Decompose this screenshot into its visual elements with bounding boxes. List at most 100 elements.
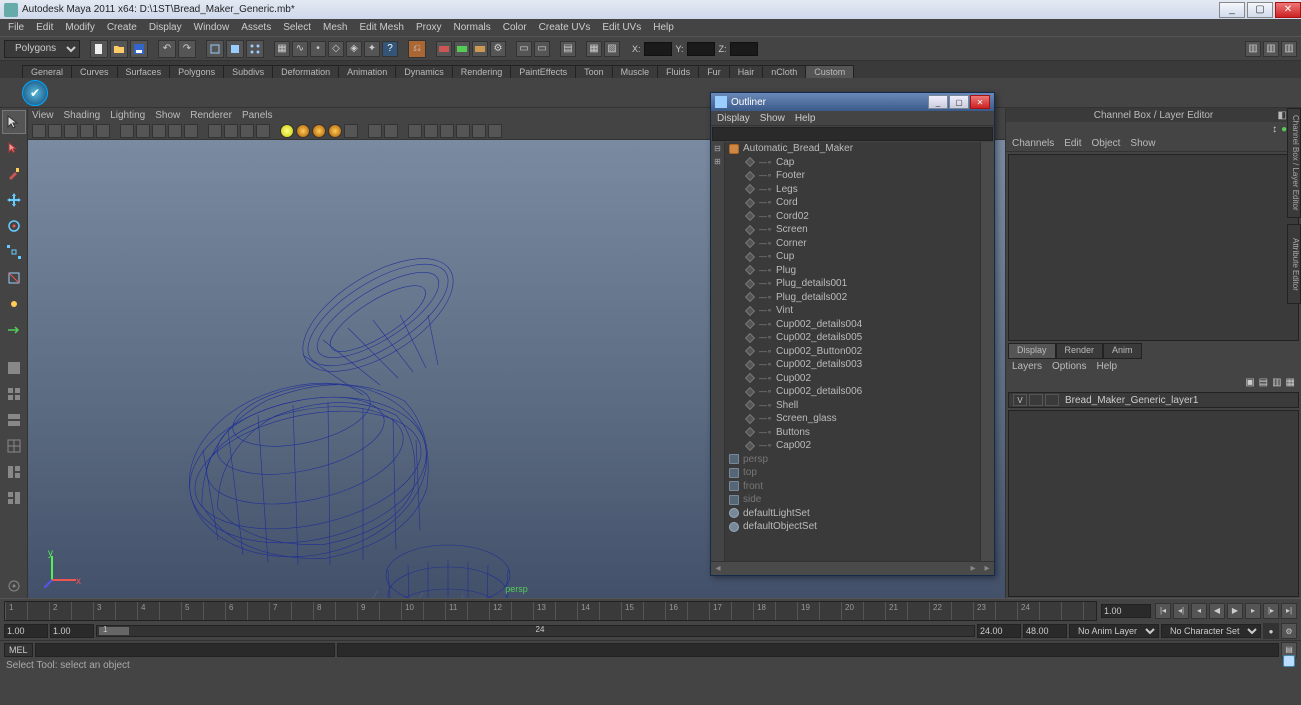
outliner-item-defaultobjectset[interactable]: defaultObjectSet: [725, 520, 980, 534]
range-slider[interactable]: 1 24: [96, 625, 975, 637]
vp-toolbar-e[interactable]: [440, 124, 454, 138]
go-end-button[interactable]: ▸|: [1281, 603, 1297, 619]
outliner-item-side[interactable]: side: [725, 493, 980, 507]
soft-mod-tool[interactable]: [2, 292, 26, 316]
range-end-inner[interactable]: [977, 624, 1021, 638]
outliner-item-screen_glass[interactable]: —∘Screen_glass: [725, 412, 980, 426]
shelf-tab-fur[interactable]: Fur: [698, 65, 730, 78]
layer-icon-2[interactable]: ▤: [1259, 377, 1268, 388]
outliner-minimize-button[interactable]: _: [928, 95, 948, 109]
window-minimize-button[interactable]: _: [1219, 2, 1245, 18]
outliner-item-top[interactable]: top: [725, 466, 980, 480]
vp-toolbar-image-plane[interactable]: [64, 124, 78, 138]
rotate-tool[interactable]: [2, 214, 26, 238]
shelf-tab-muscle[interactable]: Muscle: [612, 65, 659, 78]
menu-mesh[interactable]: Mesh: [317, 22, 353, 33]
outliner-item-cup002_details003[interactable]: —∘Cup002_details003: [725, 358, 980, 372]
outliner-maximize-button[interactable]: ▢: [949, 95, 969, 109]
snap-toggle-button[interactable]: ✦: [364, 41, 380, 57]
step-back-key-button[interactable]: ◂|: [1173, 603, 1189, 619]
layer-tab-render[interactable]: Render: [1056, 343, 1104, 359]
outliner-item-footer[interactable]: —∘Footer: [725, 169, 980, 183]
shelf-tab-surfaces[interactable]: Surfaces: [117, 65, 171, 78]
vp-toolbar-c[interactable]: [408, 124, 422, 138]
outliner-item-front[interactable]: front: [725, 480, 980, 494]
snap-point-button[interactable]: •: [310, 41, 326, 57]
step-forward-key-button[interactable]: |▸: [1263, 603, 1279, 619]
outliner-item-cap[interactable]: —∘Cap: [725, 156, 980, 170]
play-forward-button[interactable]: ▶: [1227, 603, 1243, 619]
layer-menu-help[interactable]: Help: [1096, 361, 1117, 372]
side-tab-attribute-editor[interactable]: Attribute Editor: [1287, 224, 1301, 304]
range-end-outer[interactable]: [1023, 624, 1067, 638]
vp-toolbar-safe-title[interactable]: [184, 124, 198, 138]
sidebar-toggle-3[interactable]: ▥: [1281, 41, 1297, 57]
outliner-vscrollbar[interactable]: [980, 142, 994, 561]
outliner-menu-help[interactable]: Help: [795, 113, 816, 124]
vp-toolbar-b[interactable]: [384, 124, 398, 138]
menu-edit-mesh[interactable]: Edit Mesh: [353, 22, 409, 33]
timeline-end-field[interactable]: [1101, 604, 1151, 618]
layer-visibility-cell[interactable]: V: [1013, 394, 1027, 406]
go-start-button[interactable]: |◂: [1155, 603, 1171, 619]
menu-modify[interactable]: Modify: [59, 22, 100, 33]
shelf-tab-custom[interactable]: Custom: [805, 65, 854, 78]
shelf-tab-general[interactable]: General: [22, 65, 72, 78]
menu-create-uvs[interactable]: Create UVs: [533, 22, 597, 33]
range-start-inner[interactable]: [50, 624, 94, 638]
outliner-item-cap002[interactable]: —∘Cap002: [725, 439, 980, 453]
last-tool[interactable]: [2, 318, 26, 342]
outliner-item-plug[interactable]: —∘Plug: [725, 264, 980, 278]
panel-pin-icon[interactable]: ◧: [1278, 110, 1287, 121]
hscroll-right-arrow-2[interactable]: ▸: [980, 562, 994, 575]
sel-mode-hierarchy[interactable]: [206, 40, 224, 58]
vp-toolbar-film-gate[interactable]: [136, 124, 150, 138]
vp-toolbar-lights[interactable]: [280, 124, 294, 138]
save-scene-button[interactable]: [130, 40, 148, 58]
menu-proxy[interactable]: Proxy: [410, 22, 448, 33]
cb-tab-channels[interactable]: Channels: [1012, 138, 1054, 149]
vp-toolbar-xray[interactable]: [328, 124, 342, 138]
cb-tab-show[interactable]: Show: [1130, 138, 1155, 149]
outliner-item-vint[interactable]: —∘Vint: [725, 304, 980, 318]
outliner-collapse-root[interactable]: ⊟: [711, 142, 724, 155]
outliner-close-button[interactable]: ✕: [970, 95, 990, 109]
menu-create[interactable]: Create: [101, 22, 143, 33]
shelf-tab-polygons[interactable]: Polygons: [169, 65, 224, 78]
render-frame-button[interactable]: [436, 41, 452, 57]
menu-color[interactable]: Color: [497, 22, 533, 33]
layer-menu-layers[interactable]: Layers: [1012, 361, 1042, 372]
vp-toolbar-select-camera[interactable]: [32, 124, 46, 138]
shelf-tab-fluids[interactable]: Fluids: [657, 65, 699, 78]
vp-toolbar-wireframe[interactable]: [208, 124, 222, 138]
anim-layer-select[interactable]: No Anim Layer: [1069, 624, 1159, 638]
outliner-item-cup002_button002[interactable]: —∘Cup002_Button002: [725, 345, 980, 359]
vp-toolbar-grease[interactable]: [96, 124, 110, 138]
vp-toolbar-res-gate[interactable]: [152, 124, 166, 138]
outliner-item-persp[interactable]: persp: [725, 453, 980, 467]
mode-selector[interactable]: Polygons: [4, 40, 80, 58]
cb-icon-1[interactable]: ↕: [1272, 124, 1277, 135]
tool-settings-button[interactable]: [2, 574, 26, 598]
outliner-item-corner[interactable]: —∘Corner: [725, 237, 980, 251]
cmd-input[interactable]: [35, 643, 335, 657]
cb-tab-edit[interactable]: Edit: [1064, 138, 1081, 149]
vp-menu-panels[interactable]: Panels: [242, 110, 273, 121]
vp-toolbar-grid[interactable]: [120, 124, 134, 138]
hscroll-right-arrow[interactable]: ▸: [966, 562, 980, 575]
xform-y-input[interactable]: [687, 42, 715, 56]
xform-x-input[interactable]: [644, 42, 672, 56]
outliner-item-screen[interactable]: —∘Screen: [725, 223, 980, 237]
outliner-item-cup002[interactable]: —∘Cup002: [725, 372, 980, 386]
new-scene-button[interactable]: [90, 40, 108, 58]
layer-icon-1[interactable]: ▣: [1245, 377, 1254, 388]
layer-color-cell[interactable]: [1045, 394, 1059, 406]
vp-toolbar-isolate[interactable]: [344, 124, 358, 138]
character-set-select[interactable]: No Character Set: [1161, 624, 1261, 638]
vp-toolbar-flat[interactable]: [240, 124, 254, 138]
paint-select-tool[interactable]: [2, 162, 26, 186]
vp-toolbar-d[interactable]: [424, 124, 438, 138]
construction-history-button[interactable]: ▤: [560, 41, 576, 57]
vp-toolbar-safe-action[interactable]: [168, 124, 182, 138]
misc-button-1[interactable]: ▦: [586, 41, 602, 57]
